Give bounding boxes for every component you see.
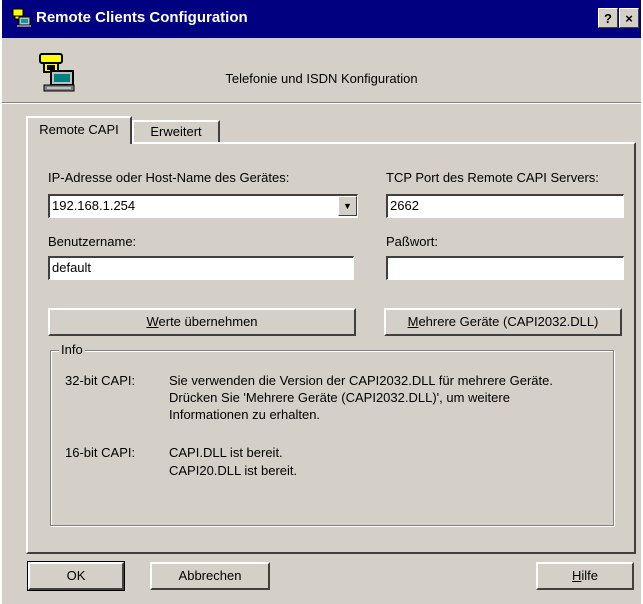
ip-address-combobox[interactable]: 192.168.1.254 ▼ — [48, 194, 358, 218]
dialog-header: Telefonie und ISDN Konfiguration — [2, 38, 641, 103]
tab-panel-remote-capi: IP-Adresse oder Host-Name des Gerätes: 1… — [26, 142, 636, 554]
close-button[interactable]: × — [619, 8, 639, 28]
multi-mnemonic: M — [407, 314, 419, 329]
password-input[interactable] — [386, 256, 624, 280]
tab-remote-capi[interactable]: Remote CAPI — [26, 116, 132, 144]
cancel-button[interactable]: Abbrechen — [150, 562, 270, 590]
help-label-rest: ilfe — [581, 568, 598, 583]
apply-label-rest: erte übernehmen — [158, 314, 258, 329]
ip-address-label: IP-Adresse oder Host-Name des Gerätes: — [48, 170, 290, 185]
username-label: Benutzername: — [48, 234, 137, 249]
username-value: default — [52, 260, 92, 275]
help-title-button[interactable]: ? — [598, 8, 618, 28]
ok-button[interactable]: OK — [27, 561, 125, 591]
header-title: Telefonie und ISDN Konfiguration — [225, 71, 418, 86]
apply-mnemonic: W — [146, 314, 159, 329]
phone-computer-icon — [12, 8, 31, 27]
capi32-line-3: Informationen zu erhalten. — [169, 407, 321, 422]
tab-erweitert[interactable]: Erweitert — [132, 120, 220, 142]
info-groupbox: Info 32-bit CAPI: Sie verwenden die Vers… — [50, 342, 614, 526]
dialog-window: Remote Clients Configuration ? × Telefon… — [2, 0, 641, 604]
capi32-line-1: Sie verwenden die Version der CAPI2032.D… — [169, 373, 553, 388]
apply-values-button[interactable]: Werte übernehmen — [48, 308, 356, 336]
capi16-label: 16-bit CAPI: — [65, 445, 136, 460]
capi16-line-2: CAPI20.DLL ist bereit. — [169, 463, 298, 478]
password-label: Paßwort: — [386, 234, 439, 249]
username-input[interactable]: default — [48, 256, 354, 280]
help-mnemonic: H — [571, 568, 582, 583]
tcp-port-label: TCP Port des Remote CAPI Servers: — [386, 170, 599, 185]
title-bar[interactable]: Remote Clients Configuration ? × — [2, 0, 641, 38]
capi32-line-2: Drücken Sie 'Mehrere Geräte (CAPI2032.DL… — [169, 390, 510, 405]
tcp-port-value: 2662 — [390, 198, 419, 213]
chevron-down-icon[interactable]: ▼ — [338, 196, 357, 216]
capi32-label: 32-bit CAPI: — [65, 373, 136, 388]
capi16-line-1: CAPI.DLL ist bereit. — [169, 445, 283, 460]
window-title: Remote Clients Configuration — [36, 9, 248, 26]
multiple-devices-button[interactable]: Mehrere Geräte (CAPI2032.DLL) — [384, 308, 622, 336]
help-button[interactable]: Hilfe — [536, 562, 634, 590]
ip-address-value: 192.168.1.254 — [52, 198, 136, 213]
multi-label-rest: ehrere Geräte (CAPI2032.DLL) — [418, 314, 599, 329]
tcp-port-input[interactable]: 2662 — [386, 194, 624, 218]
info-group-title: Info — [59, 342, 85, 357]
